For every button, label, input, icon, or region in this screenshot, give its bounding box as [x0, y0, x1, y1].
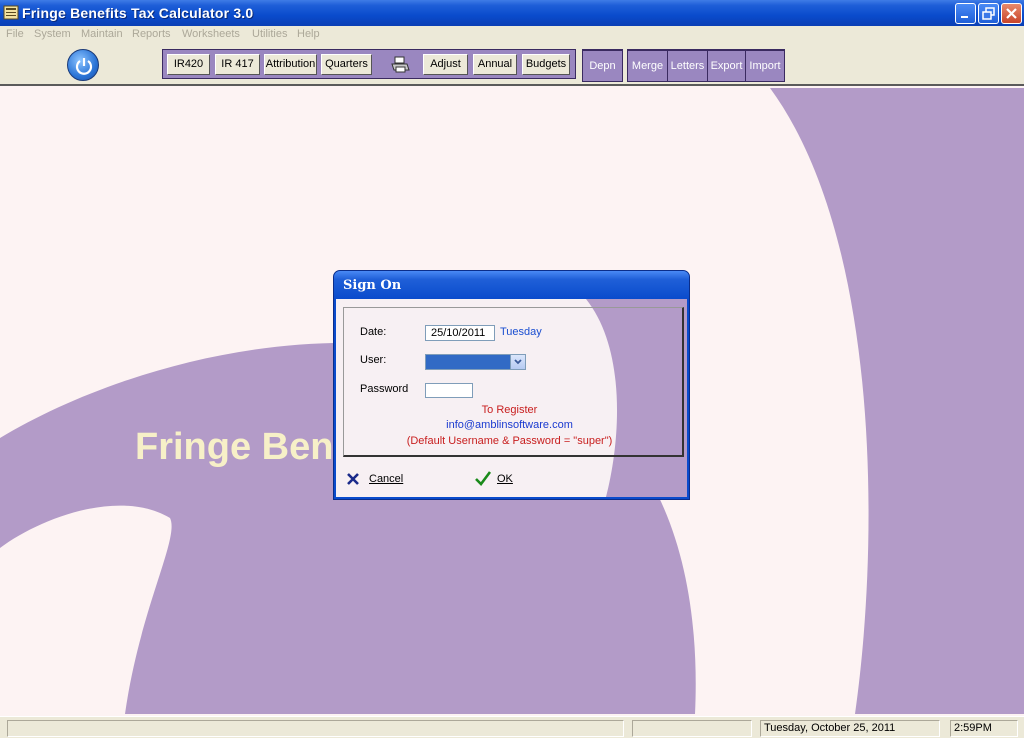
- menu-file[interactable]: File: [6, 28, 24, 40]
- checkmark-icon: [475, 471, 492, 486]
- depn-group: Depn: [582, 49, 623, 82]
- dialog-title[interactable]: Sign On: [334, 271, 689, 299]
- date-label: Date:: [360, 326, 387, 338]
- brand-text: Fringe Ben: [135, 426, 334, 468]
- window-title: Fringe Benefits Tax Calculator 3.0: [22, 5, 254, 21]
- register-text: To Register: [481, 404, 538, 416]
- close-button[interactable]: [1001, 3, 1022, 24]
- menu-help[interactable]: Help: [297, 28, 320, 40]
- status-pane-empty: [632, 720, 752, 737]
- status-time: 2:59PM: [950, 720, 1018, 737]
- adjust-button[interactable]: Adjust: [423, 54, 468, 75]
- merge-button[interactable]: Merge: [627, 50, 668, 82]
- output-toolbar-group: Merge Letters Export Import: [627, 49, 785, 82]
- menu-worksheets[interactable]: Worksheets: [182, 28, 240, 40]
- password-label: Password: [360, 383, 409, 395]
- minimize-icon: [961, 16, 968, 18]
- default-credentials-note: (Default Username & Password = "super"): [406, 435, 613, 447]
- letters-button[interactable]: Letters: [667, 50, 708, 82]
- close-icon: [1006, 8, 1017, 19]
- export-button[interactable]: Export: [707, 50, 746, 82]
- menu-utilities[interactable]: Utilities: [252, 28, 287, 40]
- power-icon: [75, 58, 93, 75]
- menu-reports[interactable]: Reports: [132, 28, 171, 40]
- cancel-button[interactable]: Cancel: [346, 471, 416, 489]
- user-dropdown[interactable]: [425, 354, 526, 370]
- chevron-down-icon: [514, 359, 522, 365]
- attribution-button[interactable]: Attribution: [264, 54, 317, 75]
- sign-on-dialog: Sign On Date: 25/10/2011 Tuesday User: P…: [333, 270, 690, 500]
- toolbar: IR420 IR 417 Attribution Quarters Adjust…: [0, 44, 1024, 86]
- report-toolbar-group: IR420 IR 417 Attribution Quarters Adjust…: [162, 49, 576, 79]
- menu-bar: File System Maintain Reports Worksheets …: [0, 26, 1024, 44]
- menu-system[interactable]: System: [34, 28, 71, 40]
- printer-icon[interactable]: [390, 56, 410, 74]
- app-icon: [3, 5, 19, 20]
- status-bar: Tuesday, October 25, 2011 2:59PM: [0, 716, 1024, 738]
- ok-button[interactable]: OK: [474, 469, 524, 489]
- dropdown-arrow-button[interactable]: [510, 355, 525, 369]
- power-button[interactable]: [67, 49, 99, 81]
- day-name: Tuesday: [500, 326, 542, 338]
- budgets-button[interactable]: Budgets: [522, 54, 570, 75]
- restore-icon: [982, 7, 995, 20]
- depn-button[interactable]: Depn: [582, 50, 623, 82]
- ir420-button[interactable]: IR420: [167, 54, 210, 75]
- ok-label: OK: [497, 473, 513, 485]
- cancel-label: Cancel: [369, 473, 404, 485]
- title-bar[interactable]: Fringe Benefits Tax Calculator 3.0: [0, 0, 1024, 26]
- import-button[interactable]: Import: [745, 50, 785, 82]
- ir417-button[interactable]: IR 417: [215, 54, 260, 75]
- status-pane-message: [7, 720, 624, 737]
- password-field[interactable]: [425, 383, 473, 398]
- menu-maintain[interactable]: Maintain: [81, 28, 123, 40]
- status-date: Tuesday, October 25, 2011: [760, 720, 940, 737]
- date-field[interactable]: 25/10/2011: [425, 325, 495, 341]
- register-email-link[interactable]: info@amblinsoftware.com: [334, 419, 685, 431]
- annual-button[interactable]: Annual: [473, 54, 517, 75]
- user-label: User:: [360, 354, 387, 366]
- minimize-button[interactable]: [955, 3, 976, 24]
- restore-button[interactable]: [978, 3, 999, 24]
- quarters-button[interactable]: Quarters: [321, 54, 372, 75]
- cancel-x-icon: [347, 473, 359, 485]
